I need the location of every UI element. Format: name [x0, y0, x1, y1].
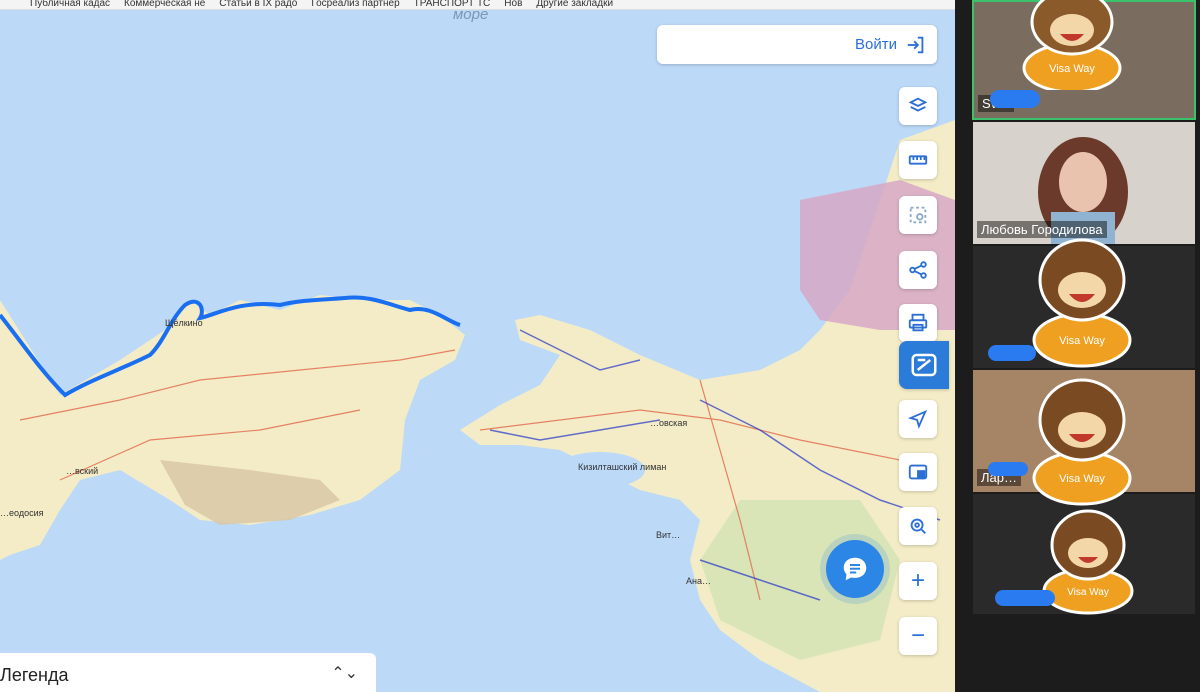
map-city-label: …вский: [66, 466, 99, 476]
redaction-mark: [995, 590, 1055, 606]
login-icon: [907, 36, 924, 53]
map-city-label: Кизилташский лиман: [578, 462, 667, 472]
ruler-icon: [908, 155, 928, 165]
redaction-mark: [990, 90, 1040, 108]
bookmark-item[interactable]: Другие закладки: [536, 0, 613, 9]
print-icon: [908, 313, 928, 332]
map-city-label: Вит…: [656, 530, 681, 540]
zoom-in-icon: +: [910, 567, 925, 594]
mascot-label: Visa Way: [1059, 473, 1105, 485]
participant-tile[interactable]: Любовь Городилова: [973, 122, 1195, 244]
bookmark-item[interactable]: Публичная кадас: [30, 0, 110, 9]
mascot-label: Visa Way: [1049, 63, 1095, 75]
select-area-button[interactable]: [899, 196, 937, 234]
panel-button[interactable]: [899, 341, 949, 389]
zoom-in-button[interactable]: +: [899, 562, 937, 600]
bookmark-item[interactable]: Статьи в IX радо: [219, 0, 297, 9]
ruler-button[interactable]: [899, 141, 937, 179]
zoom-out-button[interactable]: −: [899, 617, 937, 655]
screen: Публичная кадас Коммерческая не Статьи в…: [0, 0, 1200, 692]
layers-button[interactable]: [899, 87, 937, 125]
login-button[interactable]: Войти: [657, 25, 937, 64]
bookmark-item[interactable]: Нов: [504, 0, 522, 9]
map-city-label: Ана…: [686, 576, 711, 586]
map-city-label: Щёлкино: [165, 318, 203, 328]
mascot-label: Visa Way: [1067, 587, 1109, 598]
picture-in-picture-button[interactable]: [899, 453, 937, 491]
map-city-label: …еодосия: [0, 508, 44, 518]
map-canvas: [0, 120, 955, 692]
bookmark-item[interactable]: Госреализ партнёр: [311, 0, 399, 9]
redaction-mark: [988, 345, 1036, 361]
location-search-button[interactable]: [899, 507, 937, 545]
bookmark-item[interactable]: Коммерческая не: [124, 0, 205, 9]
participant-name: [977, 360, 985, 362]
layers-icon: [908, 97, 928, 112]
sea-label: море: [453, 6, 489, 23]
legend-label: Легенда: [0, 665, 69, 685]
picture-in-picture-icon: [908, 464, 928, 480]
chat-icon: [843, 557, 867, 581]
mascot-sticker: Visa Way: [1022, 0, 1122, 90]
navigate-icon: [907, 409, 928, 430]
login-label: Войти: [855, 36, 897, 53]
redaction-mark: [988, 462, 1028, 476]
navigate-button[interactable]: [899, 400, 937, 438]
select-area-icon: [909, 206, 927, 224]
share-icon: [909, 261, 927, 279]
map-view[interactable]: Публичная кадас Коммерческая не Статьи в…: [0, 0, 955, 692]
chevron-updown-icon: ⌃⌄: [331, 665, 358, 682]
participant-name: [977, 606, 985, 608]
location-search-icon: [910, 518, 926, 534]
panel-icon: [911, 353, 937, 377]
mascot-sticker: Visa Way: [1032, 238, 1132, 368]
mascot-label: Visa Way: [1059, 335, 1105, 347]
mascot-sticker: Visa Way: [1032, 378, 1132, 506]
print-button[interactable]: [899, 304, 937, 342]
share-button[interactable]: [899, 251, 937, 289]
chat-button[interactable]: [826, 540, 884, 598]
map-city-label: …овская: [650, 418, 688, 428]
zoom-out-icon: −: [910, 622, 925, 649]
legend-dropdown[interactable]: Легенда ⌃⌄: [0, 653, 376, 692]
